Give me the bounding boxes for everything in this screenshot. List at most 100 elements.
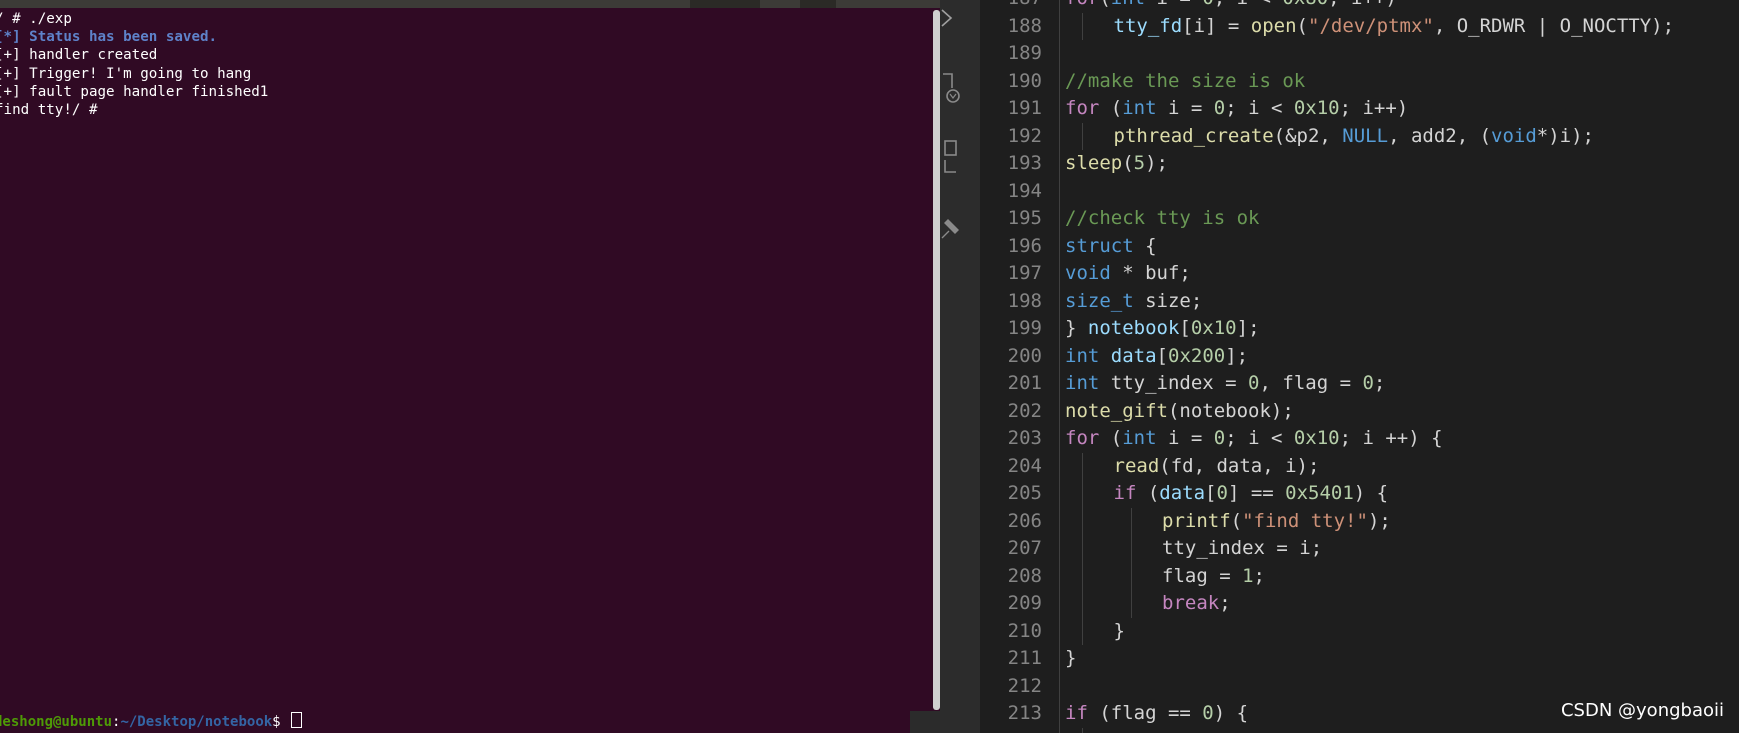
code-token: i =: [1156, 97, 1214, 120]
code-token: ; i <: [1225, 97, 1294, 120]
line-number[interactable]: 210: [980, 618, 1042, 646]
line-number[interactable]: 207: [980, 535, 1042, 563]
code-token: , add2, (: [1388, 124, 1492, 147]
code-line[interactable]: struct {: [1065, 233, 1157, 261]
code-line[interactable]: tty_fd[i] = open("/dev/ptmx", O_RDWR | O…: [1114, 13, 1675, 41]
chevron-right-icon[interactable]: [940, 4, 980, 32]
code-token: }: [1065, 647, 1077, 670]
code-token: (notebook);: [1167, 399, 1294, 422]
line-number[interactable]: 198: [980, 288, 1042, 316]
code-token: (: [1099, 97, 1123, 120]
code-line[interactable]: flag = 1;: [1162, 563, 1265, 591]
indent-guide: [1059, 0, 1060, 733]
code-line[interactable]: read(fd, data, i);: [1114, 453, 1320, 481]
line-number[interactable]: 208: [980, 563, 1042, 591]
code-line[interactable]: if (data[0] == 0x5401) {: [1114, 480, 1389, 508]
code-line[interactable]: void * buf;: [1065, 260, 1191, 288]
code-line[interactable]: for (int i = 0; i < 0x10; i++): [1065, 95, 1408, 123]
code-token: sleep: [1065, 152, 1123, 175]
code-token: ; i <: [1214, 0, 1283, 9]
code-token: ;: [1219, 592, 1231, 615]
code-line[interactable]: pthread_create(&p2, NULL, add2, (void*)i…: [1114, 123, 1594, 151]
code-token: tty_index =: [1099, 372, 1249, 395]
code-line[interactable]: //check tty is ok: [1065, 205, 1259, 233]
terminal-line: [+] handler created: [0, 47, 158, 64]
line-number[interactable]: 212: [980, 673, 1042, 701]
line-number[interactable]: 192: [980, 123, 1042, 151]
code-token: 0x200: [1168, 344, 1226, 367]
line-number[interactable]: 205: [980, 480, 1042, 508]
terminal-tab-bar[interactable]: [0, 0, 940, 8]
code-line[interactable]: }: [1114, 618, 1125, 646]
code-line[interactable]: sleep(5);: [1065, 150, 1168, 178]
code-token: notebook: [1087, 317, 1180, 340]
code-line[interactable]: for(int i = 0; i < 0x80; i++): [1065, 0, 1397, 13]
code-token: [: [1156, 344, 1168, 367]
terminal-tab[interactable]: [800, 0, 836, 8]
line-number[interactable]: 213: [980, 700, 1042, 728]
line-number[interactable]: 193: [980, 150, 1042, 178]
line-number[interactable]: 202: [980, 398, 1042, 426]
code-line[interactable]: int data[0x200];: [1065, 343, 1248, 371]
line-number[interactable]: 211: [980, 645, 1042, 673]
code-line[interactable]: printf("find tty!");: [1162, 508, 1391, 536]
line-number[interactable]: 199: [980, 315, 1042, 343]
line-number[interactable]: 197: [980, 260, 1042, 288]
terminal-window[interactable]: / # ./exp [*] Status has been saved. [+] h…: [0, 0, 940, 711]
code-token: {: [1133, 234, 1157, 257]
code-line[interactable]: //make the size is ok: [1065, 68, 1305, 96]
line-number[interactable]: 206: [980, 508, 1042, 536]
code-token: int: [1111, 0, 1145, 9]
code-token: }: [1113, 619, 1125, 642]
code-line[interactable]: break;: [1162, 590, 1231, 618]
line-number[interactable]: 204: [980, 453, 1042, 481]
line-number[interactable]: 201: [980, 370, 1042, 398]
code-token: size_t: [1065, 289, 1134, 312]
code-token: 0: [1362, 372, 1374, 395]
terminal-tab[interactable]: [690, 0, 760, 8]
code-token: );: [1145, 152, 1168, 175]
terminal-output[interactable]: / # ./exp [*] Status has been saved. [+] h…: [0, 10, 268, 119]
code-line[interactable]: note_gift(notebook);: [1065, 398, 1294, 426]
code-token: ];: [1236, 317, 1260, 340]
code-token: [: [1205, 482, 1217, 505]
code-token: ) {: [1213, 702, 1249, 725]
line-number[interactable]: 214: [980, 728, 1042, 733]
line-number[interactable]: 209: [980, 590, 1042, 618]
line-number[interactable]: 203: [980, 425, 1042, 453]
code-editor[interactable]: 1871881891901911921931941951961971981992…: [980, 0, 1739, 733]
code-token: 0: [1216, 482, 1228, 505]
code-line[interactable]: for (int i = 0; i < 0x10; i ++) {: [1065, 425, 1443, 453]
code-token: //make the size is ok: [1065, 69, 1306, 92]
code-token: tty_fd: [1113, 14, 1183, 37]
code-line[interactable]: } notebook[0x10];: [1065, 315, 1260, 343]
copilot-icon[interactable]: [940, 72, 980, 108]
pin-icon[interactable]: [940, 216, 980, 242]
code-token: *)i);: [1536, 124, 1594, 147]
line-number[interactable]: 200: [980, 343, 1042, 371]
code-token: * buf;: [1110, 262, 1191, 285]
split-editor-icon[interactable]: [940, 138, 980, 176]
code-token: ;: [1253, 564, 1265, 587]
line-number[interactable]: 195: [980, 205, 1042, 233]
line-number[interactable]: 188: [980, 13, 1042, 41]
background-terminal[interactable]: deshong@ubuntu:~/Desktop/notebook$: [0, 711, 910, 733]
code-token: for: [1065, 97, 1100, 120]
code-line[interactable]: errExit("Fail to find tty");: [1114, 728, 1434, 733]
code-token: i =: [1145, 0, 1202, 9]
code-token: ];: [1225, 344, 1249, 367]
code-line[interactable]: if (flag == 0) {: [1065, 700, 1248, 728]
line-number[interactable]: 190: [980, 68, 1042, 96]
line-number[interactable]: 187: [980, 0, 1042, 13]
code-line[interactable]: size_t size;: [1065, 288, 1202, 316]
line-number[interactable]: 196: [980, 233, 1042, 261]
line-number[interactable]: 191: [980, 95, 1042, 123]
line-number[interactable]: 189: [980, 40, 1042, 68]
code-line[interactable]: int tty_index = 0, flag = 0;: [1065, 370, 1385, 398]
code-area[interactable]: for(int i = 0; i < 0x80; i++)tty_fd[i] =…: [1059, 0, 1739, 733]
terminal-scrollbar[interactable]: [933, 10, 940, 710]
code-line[interactable]: tty_index = i;: [1162, 535, 1322, 563]
indent-guide: [1082, 12, 1083, 41]
line-number[interactable]: 194: [980, 178, 1042, 206]
code-line[interactable]: }: [1065, 645, 1076, 673]
